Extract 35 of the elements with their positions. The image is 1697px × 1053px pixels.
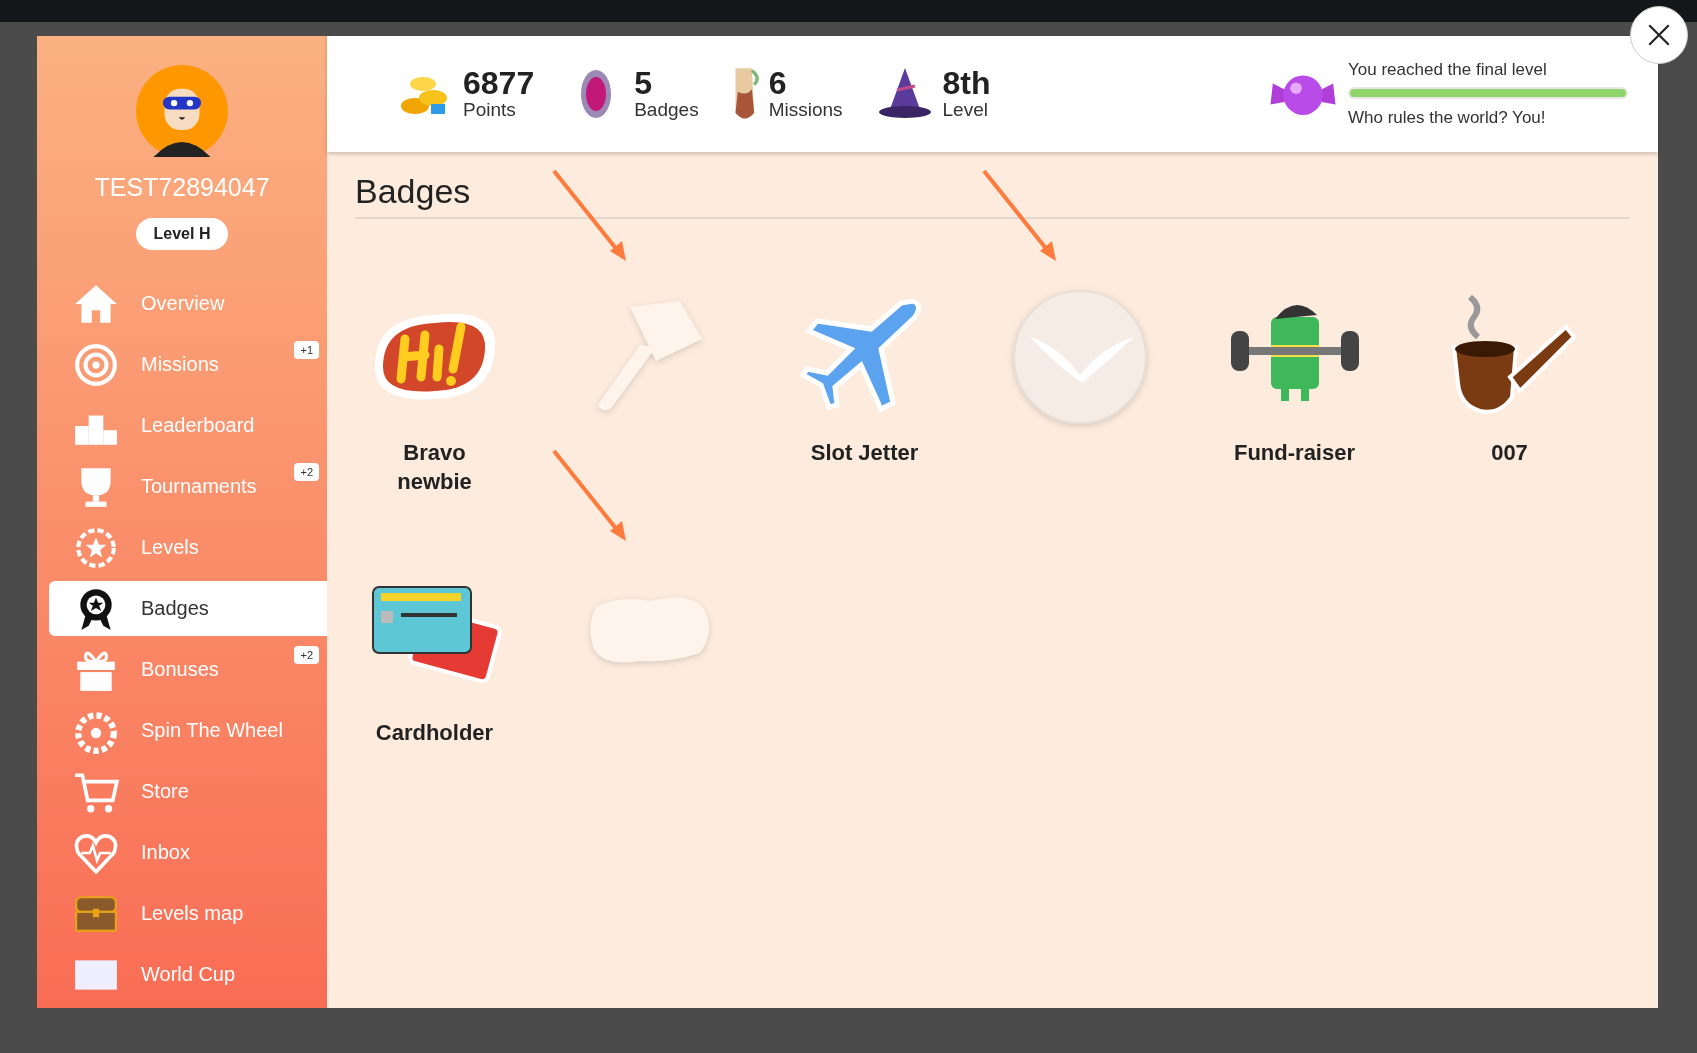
sidebar-item[interactable]: Overview (49, 276, 327, 331)
sidebar-item[interactable]: Leaderboard (49, 398, 327, 453)
page-title: Badges (355, 172, 1630, 219)
stat-value: 6 (768, 67, 788, 99)
sidebar-item[interactable]: Inbox (49, 825, 327, 880)
level-pill: Level H (135, 218, 229, 250)
username: TEST72894047 (94, 173, 270, 202)
progress-title: You reached the final level (1348, 60, 1548, 80)
count-badge: +2 (294, 463, 319, 481)
sidebar-item[interactable]: Missions +1 (49, 337, 327, 392)
sidebar-item[interactable]: Levels map (49, 886, 327, 941)
sidebar-item[interactable]: Tournaments +2 (49, 459, 327, 514)
sidebar-item[interactable]: Badges (49, 581, 327, 636)
progress-caption: Who rules the world? You! (1348, 108, 1547, 128)
badge-name: Fund-raiser (1234, 439, 1355, 467)
sidebar-item[interactable]: Spin The Wheel (49, 703, 327, 758)
badge-name: Cardholder (375, 719, 494, 747)
stat-value: 5 (634, 67, 653, 99)
stat-label: Level (942, 99, 989, 121)
sidebar-item[interactable]: World Cup (49, 947, 327, 1002)
close-icon (1646, 22, 1672, 48)
stat-label: Missions (768, 99, 843, 121)
badge-name: Bravo newbie (396, 439, 473, 496)
stat-value: 6877 (463, 67, 535, 99)
count-badge: +1 (294, 341, 319, 359)
stat-label: Badges (634, 99, 699, 121)
badge-name: 007 (1491, 439, 1528, 467)
stat-value: 8th (942, 67, 991, 99)
target-icon (73, 341, 119, 388)
count-badge: +2 (294, 646, 319, 664)
sidebar-item[interactable]: Bonuses +2 (49, 642, 327, 697)
badge-name: Slot Jetter (810, 439, 919, 467)
sidebar-item[interactable]: Store (49, 764, 327, 819)
stat-label: Points (463, 99, 517, 121)
sidebar-item[interactable]: Levels (49, 520, 327, 575)
